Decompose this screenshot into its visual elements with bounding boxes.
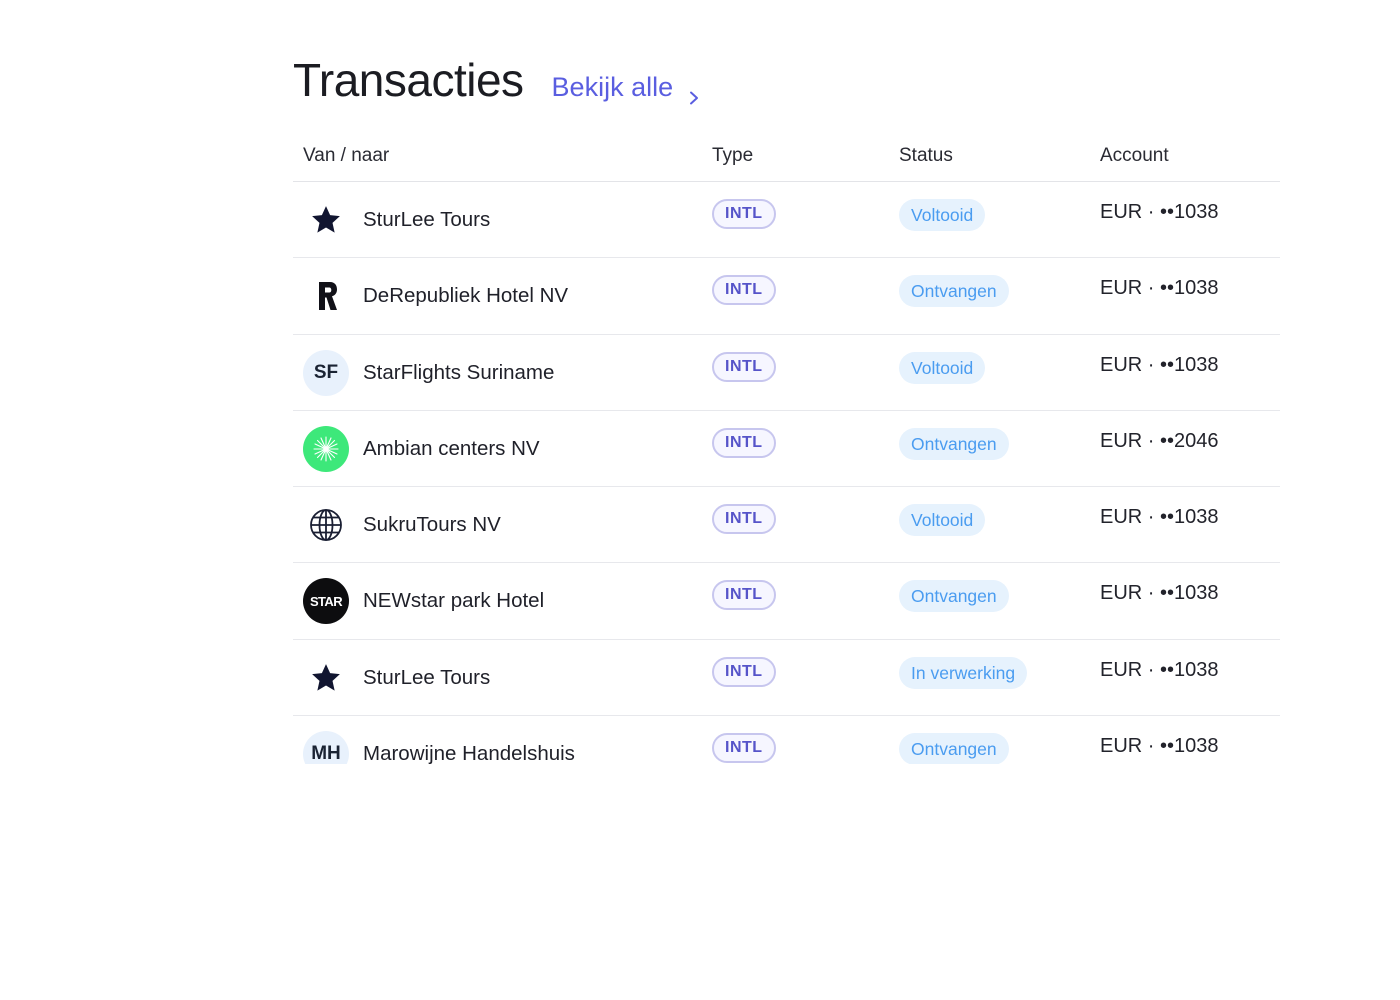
transactions-table: Van / naar Type Status Account SturLee T… bbox=[293, 142, 1280, 764]
account-value: EUR · ••1038 bbox=[1100, 277, 1219, 300]
counterparty-name: DeRepubliek Hotel NV bbox=[363, 284, 569, 308]
section-header: Transacties Bekijk alle bbox=[293, 50, 1280, 112]
counterparty-name: Marowijne Handelshuis bbox=[363, 742, 575, 764]
type-badge: INTL bbox=[712, 580, 776, 611]
counterparty-cell: SturLee Tours bbox=[293, 182, 712, 258]
globe-icon bbox=[303, 502, 349, 548]
counterparty-cell: SF StarFlights Suriname bbox=[293, 335, 712, 411]
counterparty-name: StarFlights Suriname bbox=[363, 360, 555, 384]
status-badge: Ontvangen bbox=[899, 580, 1009, 613]
account-value: EUR · ••1038 bbox=[1100, 506, 1219, 529]
column-header-name[interactable]: Van / naar bbox=[293, 142, 712, 167]
counterparty-name: Ambian centers NV bbox=[363, 436, 540, 460]
type-badge: INTL bbox=[712, 275, 776, 306]
page-title: Transacties bbox=[293, 54, 524, 106]
table-row[interactable]: SturLee Tours INTL In verwerking EUR · •… bbox=[293, 640, 1280, 717]
table-row[interactable]: STAR NEWstar park Hotel INTL Ontvangen E… bbox=[293, 563, 1280, 640]
star-icon bbox=[303, 655, 349, 701]
table-row[interactable]: SukruTours NV INTL Voltooid EUR · ••1038 bbox=[293, 487, 1280, 564]
account-value: EUR · ••1038 bbox=[1100, 658, 1219, 681]
counterparty-cell: SukruTours NV bbox=[293, 487, 712, 563]
type-badge: INTL bbox=[712, 199, 776, 229]
account-value: EUR · ••1038 bbox=[1100, 582, 1219, 605]
see-all-label: Bekijk alle bbox=[551, 72, 674, 102]
status-badge: Ontvangen bbox=[899, 733, 1009, 764]
status-badge: In verwerking bbox=[899, 656, 1028, 689]
table-row[interactable]: SF StarFlights Suriname INTL Voltooid EU… bbox=[293, 335, 1280, 411]
star-icon bbox=[303, 197, 349, 243]
type-badge: INTL bbox=[712, 351, 776, 382]
table-header: Van / naar Type Status Account bbox=[293, 142, 1280, 182]
counterparty-name: NEWstar park Hotel bbox=[363, 589, 545, 613]
counterparty-cell: SturLee Tours bbox=[293, 640, 712, 716]
avatar: MH bbox=[303, 731, 349, 764]
counterparty-cell: Ambian centers NV bbox=[293, 411, 712, 487]
type-badge: INTL bbox=[712, 733, 776, 764]
green-compass-logo bbox=[303, 425, 349, 472]
table-row[interactable]: MH Marowijne Handelshuis INTL Ontvangen … bbox=[293, 716, 1280, 764]
status-badge: Voltooid bbox=[899, 504, 986, 537]
counterparty-cell: STAR NEWstar park Hotel bbox=[293, 563, 712, 639]
account-value: EUR · ••1038 bbox=[1100, 353, 1219, 376]
transactions-section: Transacties Bekijk alle Van / naar Type … bbox=[293, 50, 1280, 764]
counterparty-cell: MH Marowijne Handelshuis bbox=[293, 716, 712, 764]
account-value: EUR · ••2046 bbox=[1100, 429, 1219, 452]
column-header-account[interactable]: Account bbox=[1100, 142, 1280, 167]
status-badge: Ontvangen bbox=[899, 427, 1009, 460]
counterparty-cell: DeRepubliek Hotel NV bbox=[293, 258, 712, 334]
table-row[interactable]: Ambian centers NV INTL Ontvangen EUR · •… bbox=[293, 411, 1280, 488]
account-value: EUR · ••1038 bbox=[1100, 735, 1219, 758]
type-badge: INTL bbox=[712, 427, 776, 458]
counterparty-name: SturLee Tours bbox=[363, 208, 491, 231]
table-row[interactable]: SturLee Tours INTL Voltooid EUR · ••1038 bbox=[293, 182, 1280, 259]
column-header-status[interactable]: Status bbox=[899, 142, 1100, 167]
status-badge: Voltooid bbox=[899, 199, 986, 231]
counterparty-name: SturLee Tours bbox=[363, 665, 491, 689]
see-all-link[interactable]: Bekijk alle bbox=[551, 72, 702, 104]
type-badge: INTL bbox=[712, 504, 776, 535]
type-badge: INTL bbox=[712, 656, 776, 687]
status-badge: Ontvangen bbox=[899, 275, 1009, 308]
star-logo: STAR bbox=[303, 578, 349, 625]
account-value: EUR · ••1038 bbox=[1100, 201, 1219, 223]
avatar: SF bbox=[303, 349, 349, 396]
column-header-type[interactable]: Type bbox=[712, 142, 899, 167]
letter-r-logo bbox=[303, 273, 349, 319]
chevron-right-icon bbox=[687, 81, 701, 104]
status-badge: Voltooid bbox=[899, 351, 986, 384]
counterparty-name: SukruTours NV bbox=[363, 513, 501, 537]
table-row[interactable]: DeRepubliek Hotel NV INTL Ontvangen EUR … bbox=[293, 258, 1280, 335]
